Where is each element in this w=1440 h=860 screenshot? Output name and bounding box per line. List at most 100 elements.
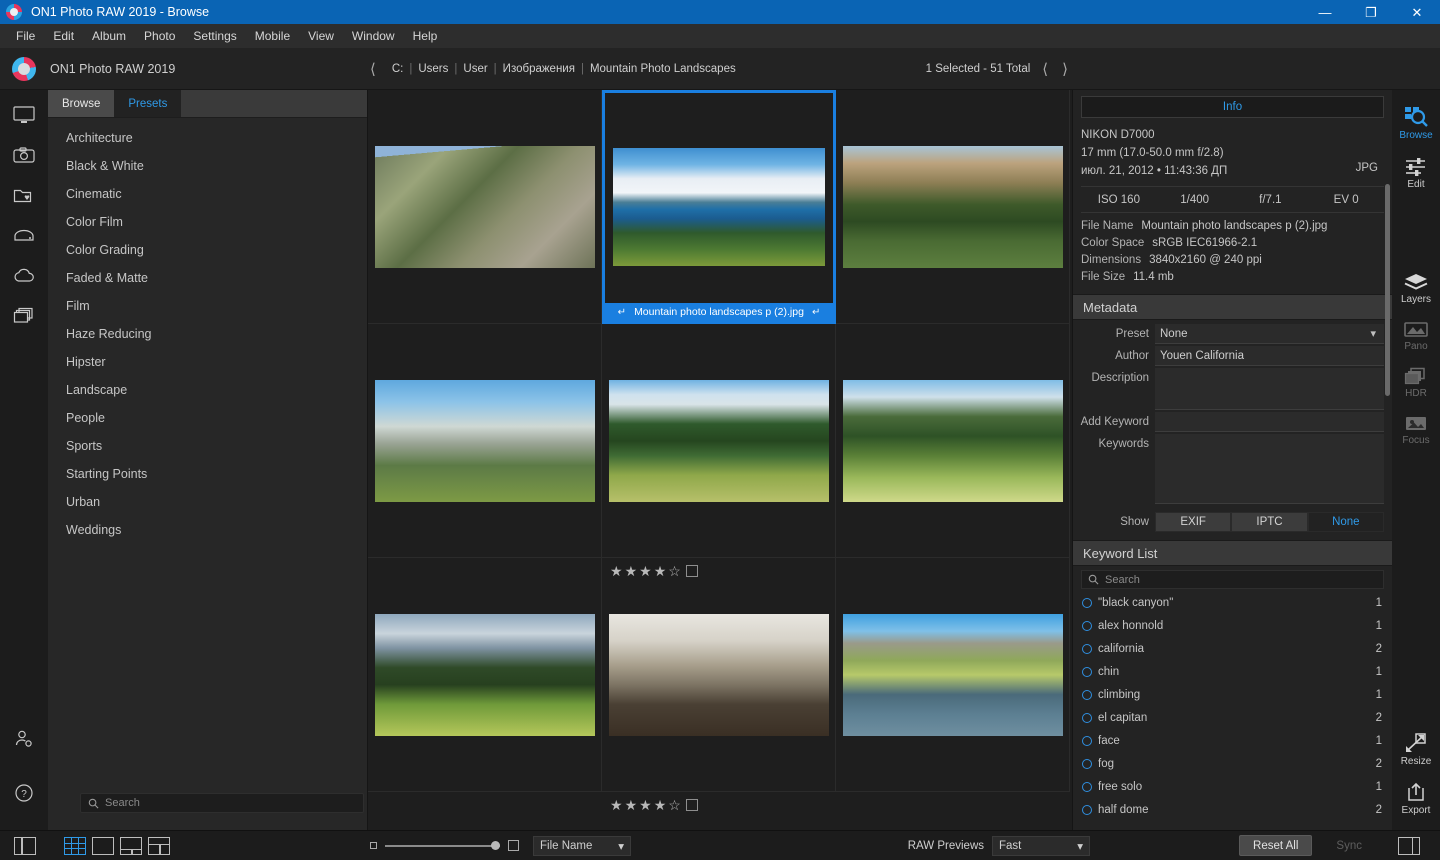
breadcrumb-drive[interactable]: C:	[386, 63, 410, 75]
compare-view-icon[interactable]	[148, 836, 170, 855]
star-2[interactable]: ★	[625, 798, 638, 812]
keyword-item[interactable]: climbing 1	[1073, 683, 1392, 706]
star-1[interactable]: ★	[610, 798, 623, 812]
module-browse[interactable]: Browse	[1392, 104, 1440, 141]
module-edit[interactable]: Edit	[1392, 155, 1440, 190]
menu-album[interactable]: Album	[83, 26, 135, 46]
folder-favorite-icon[interactable]	[0, 180, 48, 210]
large-thumbnail-icon[interactable]	[508, 840, 519, 851]
preset-dropdown[interactable]: None ▾	[1155, 324, 1384, 344]
help-icon[interactable]: ?	[0, 778, 48, 808]
keyword-toggle-icon[interactable]	[1082, 620, 1092, 631]
star-4[interactable]: ★	[654, 798, 667, 812]
preset-item-architecture[interactable]: Architecture	[48, 124, 367, 152]
module-export[interactable]: Export	[1392, 781, 1440, 816]
preset-item-hipster[interactable]: Hipster	[48, 348, 367, 376]
close-button[interactable]: ✕	[1394, 0, 1440, 24]
grid-view-icon[interactable]	[64, 836, 86, 855]
keyword-toggle-icon[interactable]	[1082, 712, 1092, 723]
thumbnail-teton-reflection[interactable]	[836, 90, 1070, 324]
chevron-left-icon[interactable]: ⟨	[368, 62, 378, 77]
preset-item-starting-points[interactable]: Starting Points	[48, 460, 367, 488]
keyword-item[interactable]: alex honnold 1	[1073, 614, 1392, 637]
thumbnail-size-slider[interactable]	[385, 841, 500, 850]
thumbnail-mountain-meadow-lake[interactable]	[836, 324, 1070, 558]
keyword-toggle-icon[interactable]	[1082, 643, 1092, 654]
breadcrumb-folder[interactable]: Mountain Photo Landscapes	[584, 63, 742, 75]
preset-item-people[interactable]: People	[48, 404, 367, 432]
thumbnail-snake-river[interactable]	[836, 558, 1070, 792]
thumbnail-el-capitan[interactable]: ★ ★ ★ ★ ☆	[602, 558, 836, 812]
keyword-toggle-icon[interactable]	[1082, 804, 1092, 815]
tab-presets[interactable]: Presets	[114, 90, 182, 117]
menu-photo[interactable]: Photo	[135, 26, 184, 46]
breadcrumb-pictures[interactable]: Изображения	[497, 63, 581, 75]
thumbnail-alpine-valley[interactable]	[368, 90, 602, 324]
show-exif-button[interactable]: EXIF	[1155, 512, 1232, 532]
show-none-button[interactable]: None	[1307, 512, 1384, 532]
filmstrip-bottom-view-icon[interactable]	[120, 836, 142, 855]
author-field[interactable]: Youen California	[1155, 346, 1384, 366]
keywords-field[interactable]	[1155, 434, 1384, 504]
keyword-item[interactable]: face 1	[1073, 729, 1392, 752]
menu-settings[interactable]: Settings	[184, 26, 245, 46]
star-5[interactable]: ☆	[668, 798, 681, 812]
show-iptc-button[interactable]: IPTC	[1231, 512, 1308, 532]
keyword-toggle-icon[interactable]	[1082, 758, 1092, 769]
module-focus[interactable]: Focus	[1392, 413, 1440, 446]
keyword-item[interactable]: el capitan 2	[1073, 706, 1392, 729]
keyword-item[interactable]: california 2	[1073, 637, 1392, 660]
module-pano[interactable]: Pano	[1392, 319, 1440, 352]
minimize-button[interactable]: —	[1302, 0, 1348, 24]
keyword-item[interactable]: chin 1	[1073, 660, 1392, 683]
user-settings-icon[interactable]	[0, 724, 48, 754]
right-panel-toggle-icon[interactable]	[1398, 836, 1420, 855]
thumbnail-mountain-lake[interactable]: ↵ Mountain photo landscapes p (2).jpg ↵	[602, 90, 836, 324]
description-field[interactable]	[1155, 368, 1384, 410]
keyword-toggle-icon[interactable]	[1082, 666, 1092, 677]
next-photo-icon[interactable]: ⟩	[1060, 62, 1070, 77]
camera-icon[interactable]	[0, 140, 48, 170]
thumbnail-teton-meadow[interactable]	[368, 558, 602, 792]
monitor-icon[interactable]	[0, 100, 48, 130]
keyword-toggle-icon[interactable]	[1082, 597, 1092, 608]
tab-browse[interactable]: Browse	[48, 90, 115, 117]
drive-icon[interactable]	[0, 220, 48, 250]
preset-item-film[interactable]: Film	[48, 292, 367, 320]
keyword-toggle-icon[interactable]	[1082, 781, 1092, 792]
star-3[interactable]: ★	[639, 798, 652, 812]
menu-edit[interactable]: Edit	[44, 26, 83, 46]
rating-stars[interactable]: ★ ★ ★ ★ ☆	[610, 795, 698, 815]
keyword-item[interactable]: free solo 1	[1073, 775, 1392, 798]
preset-item-urban[interactable]: Urban	[48, 488, 367, 516]
menu-help[interactable]: Help	[404, 26, 447, 46]
sort-dropdown[interactable]: File Name ▾	[533, 835, 631, 856]
menu-view[interactable]: View	[299, 26, 343, 46]
keyword-search-input[interactable]	[1105, 573, 1355, 586]
preset-item-haze-reducing[interactable]: Haze Reducing	[48, 320, 367, 348]
preset-search-box[interactable]	[80, 793, 364, 813]
previous-photo-icon[interactable]: ⟨	[1040, 62, 1050, 77]
preset-item-landscape[interactable]: Landscape	[48, 376, 367, 404]
thumbnail-half-dome[interactable]	[368, 324, 602, 558]
preset-item-color-film[interactable]: Color Film	[48, 208, 367, 236]
keyword-toggle-icon[interactable]	[1082, 689, 1092, 700]
breadcrumb-users[interactable]: Users	[412, 63, 454, 75]
small-thumbnail-icon[interactable]	[370, 842, 377, 849]
slider-knob[interactable]	[491, 841, 500, 850]
metadata-section-header[interactable]: Metadata	[1073, 294, 1392, 320]
restore-button[interactable]: ❐	[1348, 0, 1394, 24]
right-panel-scrollbar[interactable]	[1385, 184, 1390, 396]
menu-window[interactable]: Window	[343, 26, 404, 46]
keyword-toggle-icon[interactable]	[1082, 735, 1092, 746]
color-label-box[interactable]	[685, 799, 698, 811]
info-tab[interactable]: Info	[1081, 96, 1384, 118]
add-keyword-field[interactable]	[1155, 412, 1384, 432]
catalog-stack-icon[interactable]	[0, 300, 48, 330]
preset-item-black-and-white[interactable]: Black & White	[48, 152, 367, 180]
preset-item-faded-and-matte[interactable]: Faded & Matte	[48, 264, 367, 292]
preset-item-color-grading[interactable]: Color Grading	[48, 236, 367, 264]
keyword-item[interactable]: half dome 2	[1073, 798, 1392, 821]
left-panel-toggle-icon[interactable]	[14, 836, 36, 855]
menu-file[interactable]: File	[7, 26, 44, 46]
